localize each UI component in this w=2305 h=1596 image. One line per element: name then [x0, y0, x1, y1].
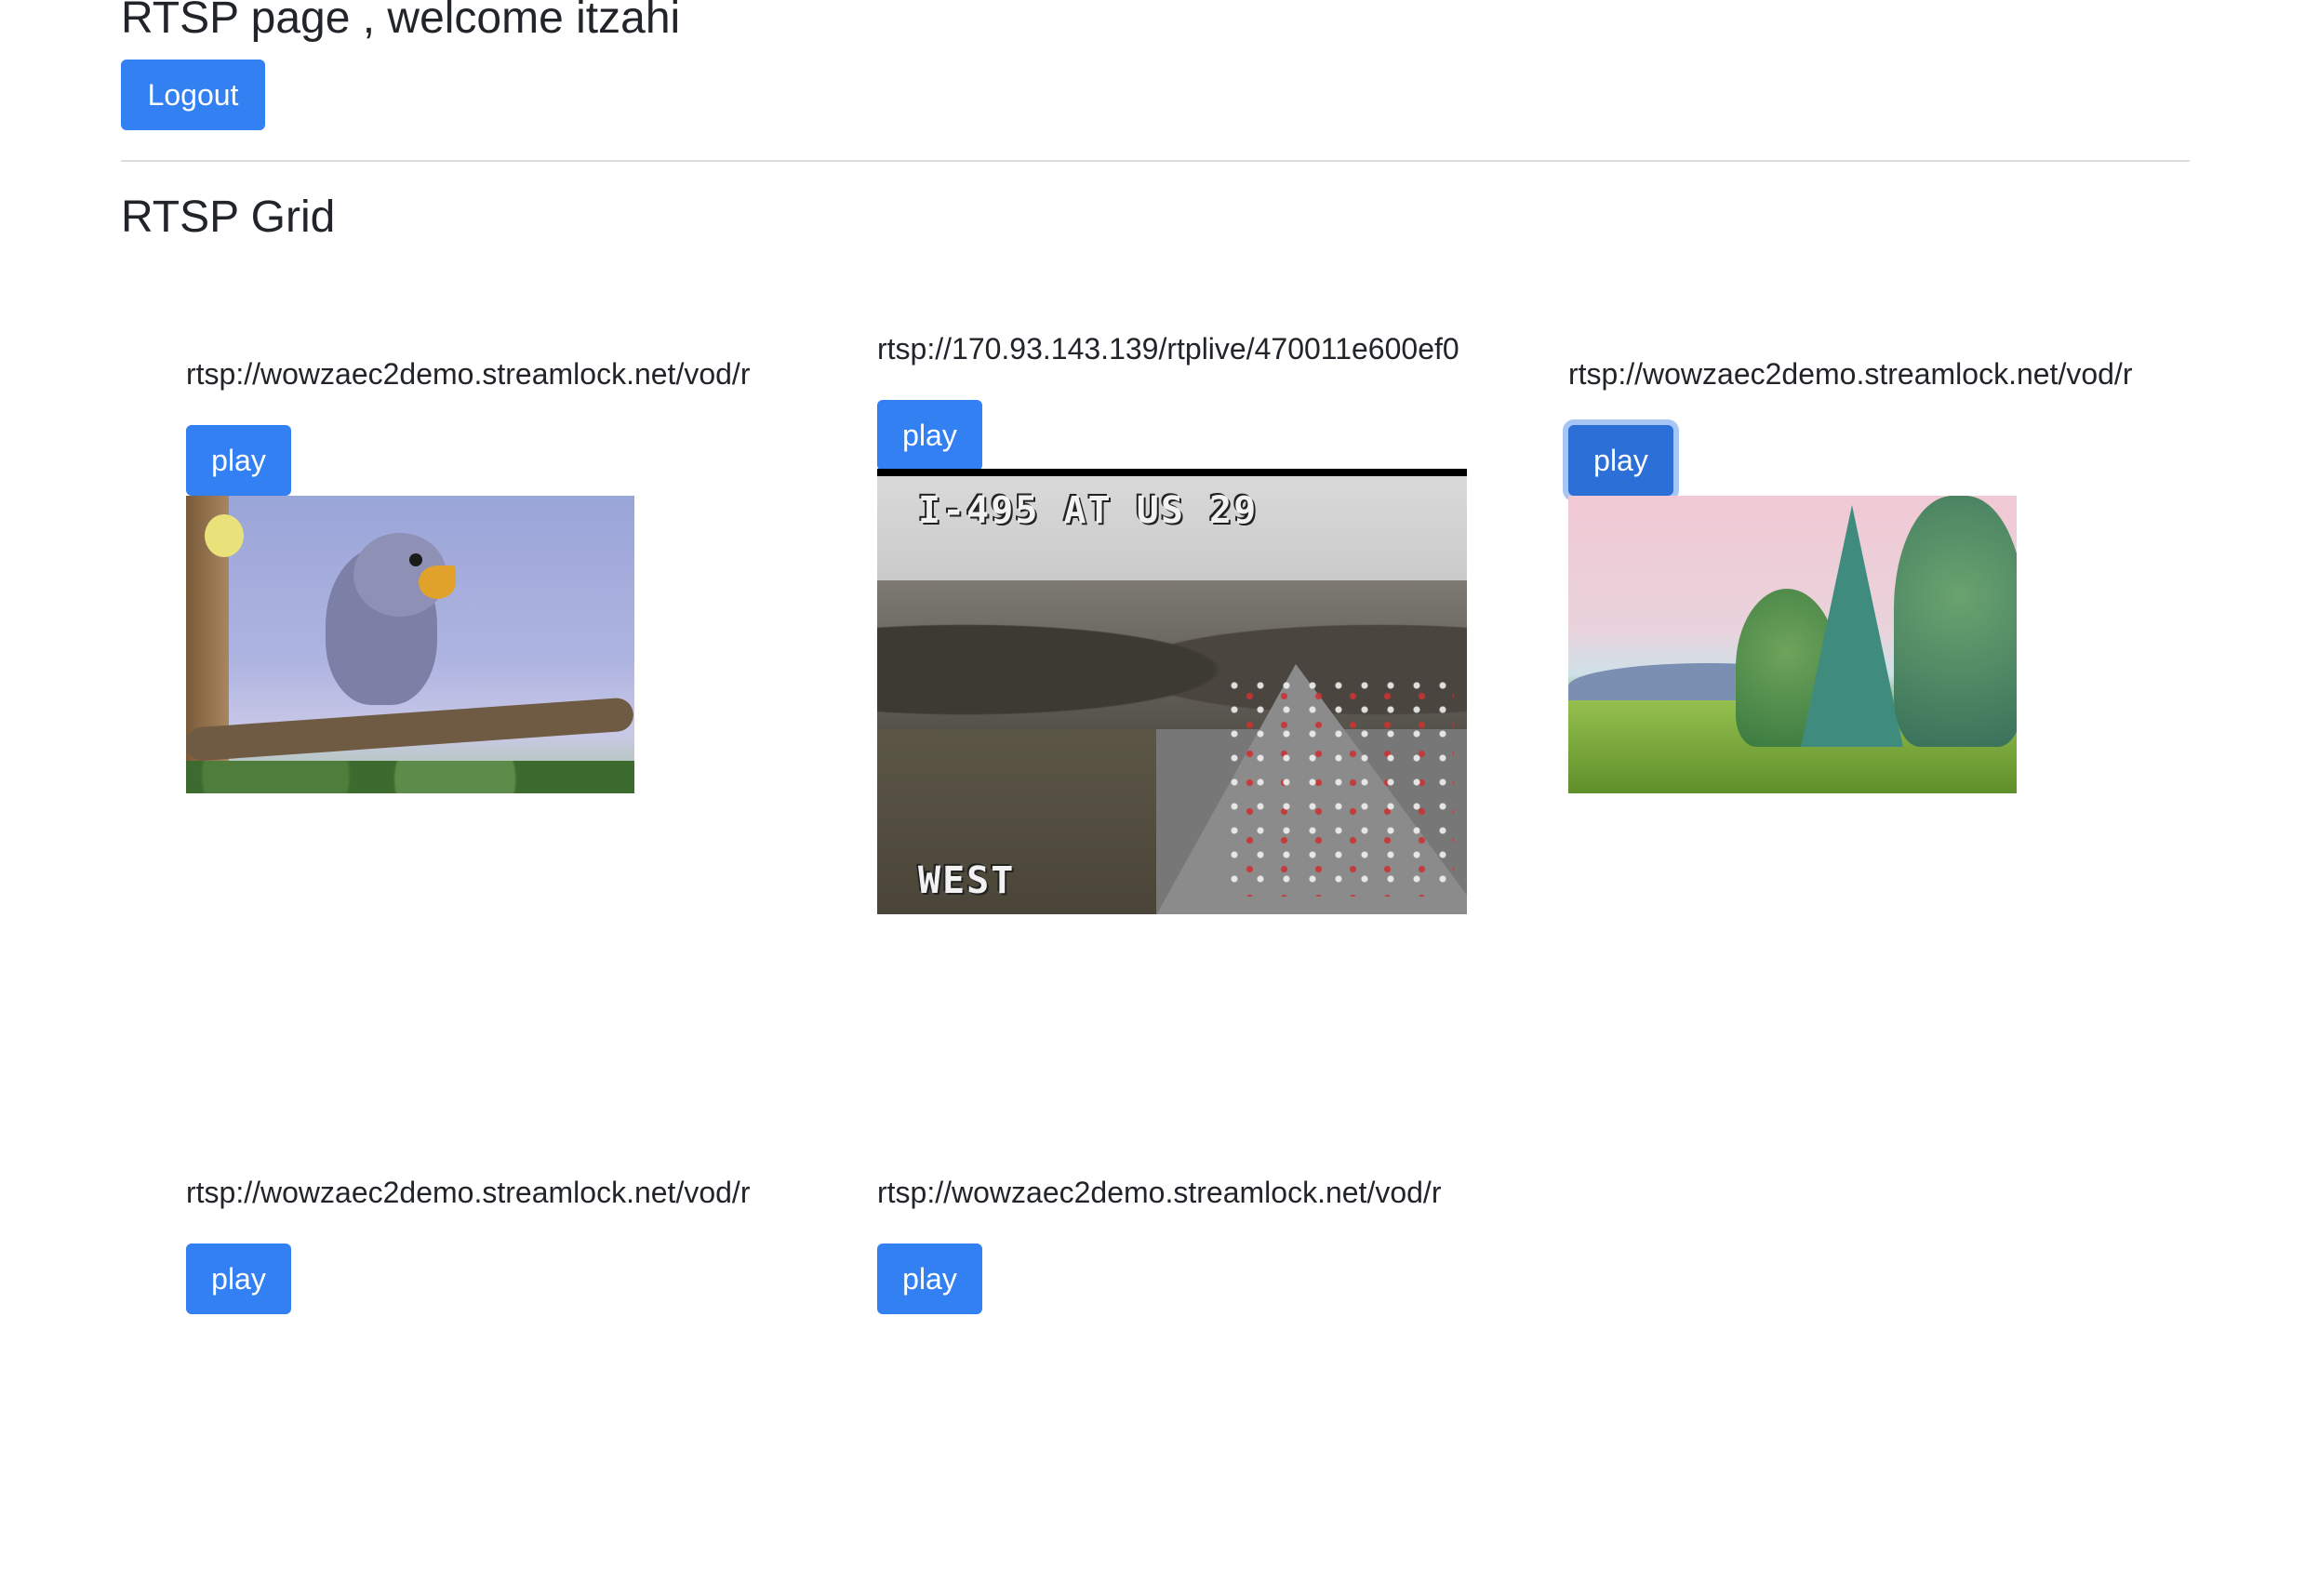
stream-url: rtsp://wowzaec2demo.streamlock.net/vod/r [186, 1176, 751, 1209]
camera-overlay-location: I-495 AT US 29 [918, 489, 1259, 532]
stream-url: rtsp://wowzaec2demo.streamlock.net/vod/r [877, 1176, 1442, 1209]
play-button[interactable]: play [877, 400, 982, 471]
logout-button[interactable]: Logout [121, 60, 265, 130]
play-button[interactable]: play [186, 425, 291, 496]
stream-url: rtsp://wowzaec2demo.streamlock.net/vod/r [1568, 357, 2133, 391]
video-frame-traffic-camera[interactable]: I-495 AT US 29 WEST [877, 469, 1467, 914]
camera-overlay-direction: WEST [918, 859, 1016, 902]
play-button[interactable]: play [877, 1244, 982, 1314]
stream-url: rtsp://wowzaec2demo.streamlock.net/vod/r [186, 357, 751, 391]
play-button[interactable]: play [1568, 425, 1673, 496]
page-title: RTSP page , welcome itzahi [121, 0, 681, 43]
divider [121, 160, 2190, 162]
video-frame-meadow[interactable] [1568, 496, 2017, 793]
stream-url: rtsp://170.93.143.139/rtplive/470011e600… [877, 332, 1459, 366]
grid-title: RTSP Grid [121, 193, 336, 242]
video-frame-bird[interactable] [186, 496, 634, 793]
play-button[interactable]: play [186, 1244, 291, 1314]
